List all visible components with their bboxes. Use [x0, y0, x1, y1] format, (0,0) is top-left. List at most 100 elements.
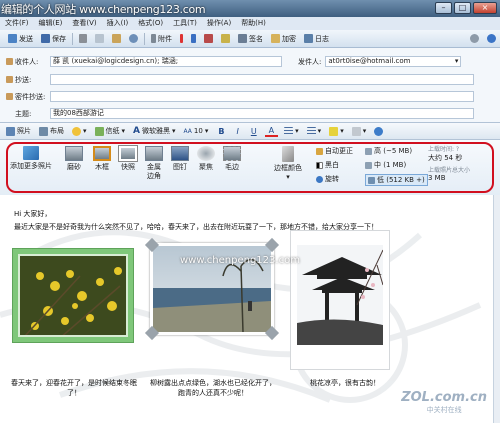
- photo-caption: 春天来了，迎春花开了，是时候结束冬眠了！: [11, 379, 137, 397]
- contacts-icon: [6, 76, 13, 83]
- photo-caption: 桃花凉亭，很有古韵！: [310, 379, 380, 387]
- layout-icon: [39, 126, 48, 136]
- list-button[interactable]: ▾: [282, 124, 301, 138]
- send-icon: [8, 34, 17, 43]
- site-watermark: www.chenpeng123.com: [180, 255, 300, 266]
- message-header: 收件人: 薛 凯 (xuekai@logicdesign.cn); 瑞涵; 发件…: [0, 48, 500, 122]
- close-button[interactable]: ×: [473, 2, 497, 14]
- minimize-button[interactable]: –: [435, 2, 452, 14]
- priority-low-button[interactable]: [187, 32, 200, 46]
- photo-pavilion[interactable]: [290, 230, 390, 370]
- attach-button[interactable]: 附件: [147, 32, 176, 46]
- eraser-icon: [351, 126, 361, 136]
- log-button[interactable]: 日志: [300, 32, 333, 46]
- options-button[interactable]: [466, 32, 483, 46]
- insert-link-button[interactable]: [372, 124, 385, 138]
- maximize-button[interactable]: □: [454, 2, 471, 14]
- gear-icon: [470, 34, 479, 43]
- font-size-icon: AA: [183, 127, 192, 135]
- message-body[interactable]: Hi 大家好， 最近大家是不是好奇我为什么突然不见了，哈哈，春天来了，出去在附近…: [0, 195, 493, 423]
- bcc-field[interactable]: [50, 91, 474, 102]
- vertical-scrollbar[interactable]: [493, 195, 500, 423]
- toolbar-divider: [72, 32, 73, 45]
- to-button[interactable]: 收件人:: [6, 57, 50, 67]
- list-icon: [284, 126, 294, 136]
- chevron-down-icon: ▾: [121, 127, 126, 135]
- chevron-down-icon: ▾: [83, 127, 87, 135]
- bcc-button[interactable]: 密件抄送:: [6, 92, 50, 102]
- font-icon: A: [133, 126, 140, 136]
- stationery-button[interactable]: 信纸 ▾: [93, 124, 128, 138]
- chevron-down-icon: ▾: [340, 127, 344, 135]
- help-button[interactable]: [483, 32, 500, 46]
- journal-icon: [304, 34, 313, 43]
- pen-icon: [238, 34, 247, 43]
- menu-help[interactable]: 帮助(H): [236, 17, 271, 30]
- highlight-button[interactable]: ▾: [327, 124, 346, 138]
- chevron-down-icon: ▾: [362, 127, 367, 135]
- send-label: 发送: [19, 34, 33, 43]
- copy-button[interactable]: [91, 32, 108, 46]
- signature-button[interactable]: 签名: [234, 32, 267, 46]
- menu-edit[interactable]: 编辑(E): [34, 17, 68, 30]
- cut-button[interactable]: [75, 32, 91, 46]
- send-button[interactable]: 发送: [4, 32, 37, 46]
- layout-tab-label: 布局: [50, 127, 64, 135]
- font-size-select[interactable]: AA 10 ▾: [182, 124, 211, 138]
- flag-button[interactable]: [217, 32, 234, 46]
- font-size-value: 10: [193, 127, 203, 135]
- menu-view[interactable]: 查看(V): [67, 17, 101, 30]
- menu-file[interactable]: 文件(F): [0, 17, 34, 30]
- menu-format[interactable]: 格式(O): [133, 17, 168, 30]
- priority-high-button[interactable]: [176, 32, 187, 46]
- layout-tab[interactable]: 布局: [37, 124, 66, 138]
- clipboard-icon: [112, 34, 121, 43]
- attach-label: 附件: [158, 34, 172, 43]
- bcc-label: 密件抄送:: [15, 92, 46, 101]
- format-toolbar: 照片 布局 ▾ 信纸 ▾ A 微软雅黑 ▾ AA 10 ▾ B I U A ▾ ▾ ▾…: [0, 122, 500, 140]
- font-color-button[interactable]: A: [264, 126, 279, 137]
- menu-actions[interactable]: 操作(A): [202, 17, 236, 30]
- paste-button[interactable]: [108, 32, 125, 46]
- photo-icon: [6, 126, 15, 136]
- underline-button[interactable]: U: [247, 127, 261, 136]
- align-icon: [306, 126, 316, 136]
- font-select[interactable]: A 微软雅黑 ▾: [131, 124, 177, 138]
- greeting-text: Hi 大家好，: [14, 210, 52, 218]
- menu-insert[interactable]: 插入(I): [102, 17, 134, 30]
- bold-button[interactable]: B: [214, 127, 228, 136]
- check-names-button[interactable]: [200, 32, 217, 46]
- clear-format-button[interactable]: ▾: [350, 124, 369, 138]
- cc-button[interactable]: 抄送:: [6, 75, 50, 85]
- chevron-down-icon: ▾: [317, 127, 322, 135]
- window-title: 编辑的个人网站 www.chenpeng123.com: [1, 3, 206, 16]
- main-toolbar: 发送 保存 附件 签名 加密 日志: [0, 30, 500, 48]
- pavilion-image: [297, 245, 384, 345]
- emoticon-button[interactable]: ▾: [70, 124, 89, 138]
- title-bar: 编辑的个人网站 www.chenpeng123.com – □ ×: [0, 0, 500, 17]
- toolbar-divider: [144, 32, 145, 45]
- chevron-down-icon: ▾: [204, 127, 209, 135]
- cc-field[interactable]: [50, 74, 474, 85]
- smiley-icon: [72, 126, 81, 136]
- italic-button[interactable]: I: [232, 127, 242, 136]
- photo-tab[interactable]: 照片: [4, 124, 33, 138]
- from-label: 发件人:: [298, 57, 322, 66]
- menu-tools[interactable]: 工具(T): [168, 17, 202, 30]
- subject-label: 主题:: [15, 109, 32, 118]
- lock-icon: [271, 34, 280, 43]
- chevron-down-icon: ▾: [295, 127, 299, 135]
- undo-button[interactable]: [125, 32, 142, 46]
- photo-caption: 柳树露出点点绿色，湖水也已经化开了，跑青的人还真不少呢！: [150, 379, 276, 397]
- save-button[interactable]: 保存: [37, 32, 70, 46]
- from-select[interactable]: at0rt0ise@hotmail.com ▾: [325, 56, 462, 67]
- encrypt-button[interactable]: 加密: [267, 32, 300, 46]
- from-value: at0rt0ise@hotmail.com: [328, 57, 411, 65]
- check-names-icon: [204, 34, 213, 43]
- align-button[interactable]: ▾: [305, 124, 324, 138]
- encrypt-label: 加密: [282, 34, 296, 43]
- photo-forsythia[interactable]: [12, 248, 134, 343]
- subject-field[interactable]: 我的08西部游记: [50, 108, 474, 119]
- to-field[interactable]: 薛 凯 (xuekai@logicdesign.cn); 瑞涵;: [50, 56, 282, 67]
- forsythia-image: [18, 254, 130, 339]
